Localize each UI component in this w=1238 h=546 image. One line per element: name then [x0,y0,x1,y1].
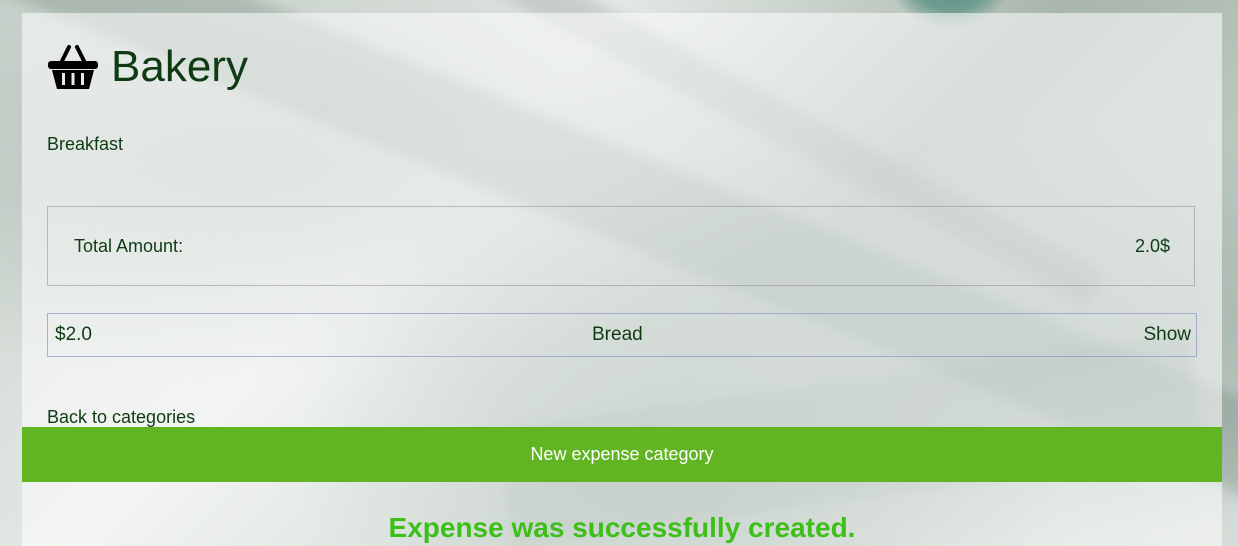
success-notice: Expense was successfully created. [388,512,856,543]
category-panel: Bakery Breakfast Total Amount: 2.0$ $2.0… [22,13,1222,546]
expense-row: $2.0 Bread Show [47,313,1197,357]
total-amount-value: 2.0$ [1134,235,1170,256]
category-description: Breakfast [47,134,124,154]
total-amount-box: Total Amount: 2.0$ [47,206,1195,286]
category-header: Bakery [47,43,248,91]
shopping-basket-icon [47,43,99,91]
expense-name: Bread [592,324,643,345]
page-title: Bakery [111,42,248,91]
expense-amount: $2.0 [55,324,92,345]
total-amount-label: Total Amount: [74,235,184,256]
show-expense-link[interactable]: Show [1143,324,1191,346]
new-expense-category-button[interactable]: New expense category [22,427,1222,482]
back-to-categories-link[interactable]: Back to categories [47,407,195,428]
